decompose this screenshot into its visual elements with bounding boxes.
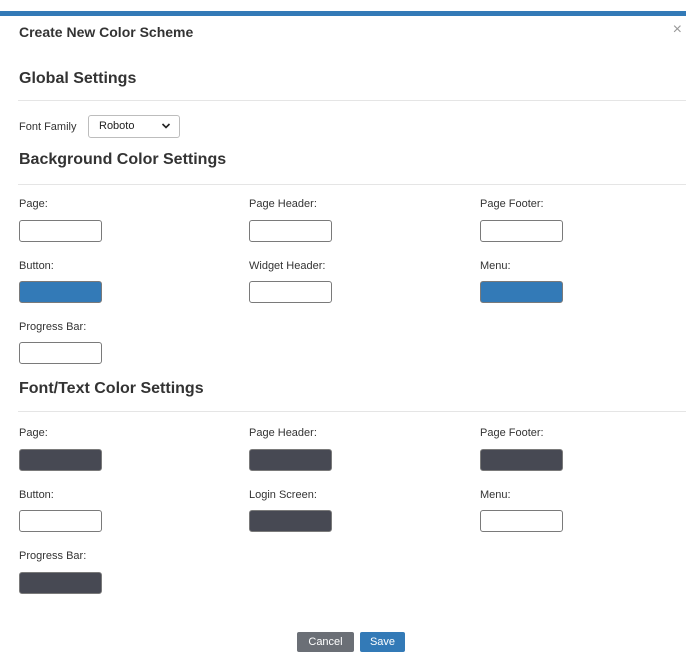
divider xyxy=(18,100,686,101)
font-family-selected-value: Roboto xyxy=(99,120,135,132)
close-icon[interactable]: × xyxy=(673,22,682,38)
modal-top-accent-bar xyxy=(0,11,686,16)
text-color-settings-heading: Font/Text Color Settings xyxy=(19,380,204,397)
text-login-screen-color-swatch[interactable] xyxy=(249,510,332,532)
text-menu-label: Menu: xyxy=(480,489,511,501)
chevron-down-icon xyxy=(161,123,171,129)
font-family-label: Font Family xyxy=(19,121,77,133)
bg-menu-color-swatch[interactable] xyxy=(480,281,563,303)
divider xyxy=(18,184,686,185)
save-button[interactable]: Save xyxy=(360,632,405,652)
text-page-color-swatch[interactable] xyxy=(19,449,102,471)
text-login-screen-label: Login Screen: xyxy=(249,489,317,501)
bg-page-footer-color-swatch[interactable] xyxy=(480,220,563,242)
text-progress-bar-color-swatch[interactable] xyxy=(19,572,102,594)
bg-page-header-color-swatch[interactable] xyxy=(249,220,332,242)
text-menu-color-swatch[interactable] xyxy=(480,510,563,532)
text-page-footer-color-swatch[interactable] xyxy=(480,449,563,471)
bg-page-color-swatch[interactable] xyxy=(19,220,102,242)
background-color-settings-heading: Background Color Settings xyxy=(19,151,227,168)
text-progress-bar-label: Progress Bar: xyxy=(19,550,87,562)
text-page-header-color-swatch[interactable] xyxy=(249,449,332,471)
text-page-label: Page: xyxy=(19,427,48,439)
bg-page-footer-label: Page Footer: xyxy=(480,198,544,210)
bg-button-color-swatch[interactable] xyxy=(19,281,102,303)
font-family-select[interactable]: Roboto xyxy=(88,115,180,138)
bg-progress-bar-color-swatch[interactable] xyxy=(19,342,102,364)
divider xyxy=(18,411,686,412)
cancel-button[interactable]: Cancel xyxy=(297,632,354,652)
bg-page-label: Page: xyxy=(19,198,48,210)
text-page-footer-label: Page Footer: xyxy=(480,427,544,439)
bg-progress-bar-label: Progress Bar: xyxy=(19,321,87,333)
global-settings-heading: Global Settings xyxy=(19,70,137,87)
bg-widget-header-label: Widget Header: xyxy=(249,260,326,272)
modal-title: Create New Color Scheme xyxy=(19,24,194,40)
text-button-color-swatch[interactable] xyxy=(19,510,102,532)
bg-widget-header-color-swatch[interactable] xyxy=(249,281,332,303)
bg-page-header-label: Page Header: xyxy=(249,198,317,210)
bg-menu-label: Menu: xyxy=(480,260,511,272)
bg-button-label: Button: xyxy=(19,260,54,272)
text-button-label: Button: xyxy=(19,489,54,501)
text-page-header-label: Page Header: xyxy=(249,427,317,439)
